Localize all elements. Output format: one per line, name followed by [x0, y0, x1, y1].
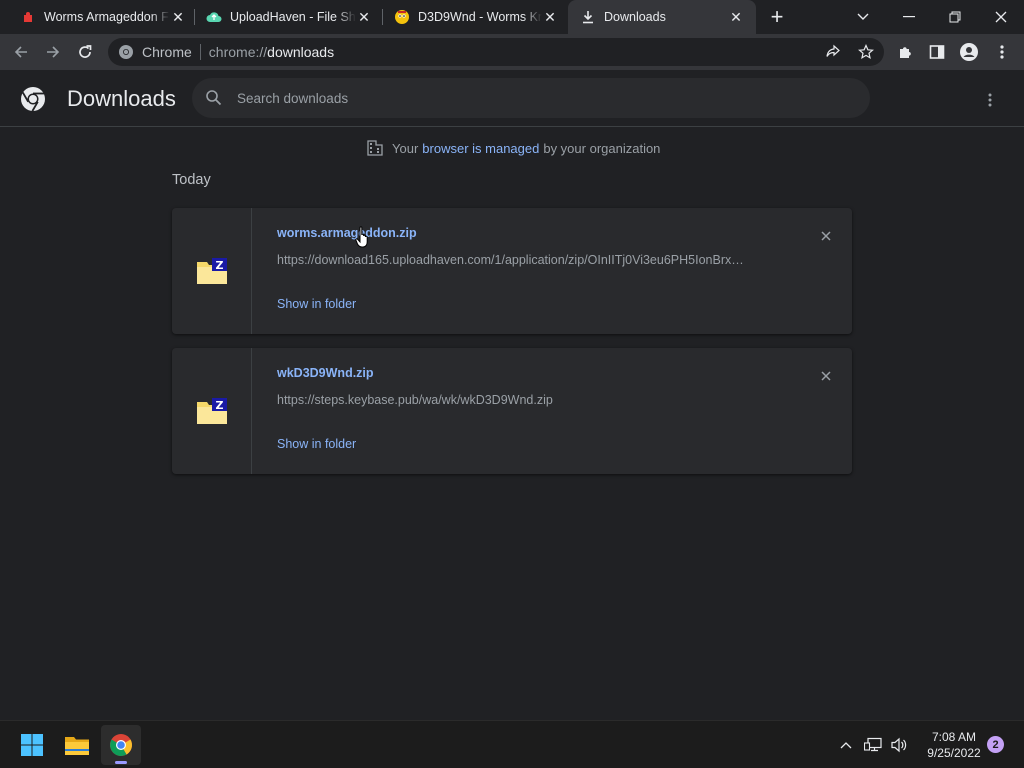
worm-icon: [394, 9, 410, 25]
tab-search-button[interactable]: [840, 0, 886, 34]
clock-date: 9/25/2022: [927, 746, 981, 760]
windows-taskbar: 7:08 AM 9/25/2022: [0, 720, 1024, 768]
minimize-button[interactable]: [886, 0, 932, 34]
chrome-logo-icon: [21, 87, 45, 112]
download-url[interactable]: https://download165.uploadhaven.com/1/ap…: [277, 253, 744, 267]
tab-title: UploadHaven - File Sharing: [230, 10, 356, 24]
tab-d3d9wnd[interactable]: D3D9Wnd - Worms Knowledge Base ✕: [388, 0, 564, 34]
kebab-menu-icon: [1000, 45, 1004, 59]
zip-folder-icon: Z: [196, 258, 227, 284]
zip-folder-icon: Z: [196, 398, 227, 424]
address-bar[interactable]: Chrome chrome://downloads: [108, 38, 884, 66]
back-button[interactable]: [8, 39, 34, 65]
chevron-up-icon: [840, 742, 852, 749]
close-icon: [821, 231, 831, 241]
show-hidden-icons-button[interactable]: [836, 735, 856, 755]
svg-text:Z: Z: [215, 399, 223, 412]
minimize-icon: [903, 16, 915, 18]
download-filename[interactable]: worms.armageddon.zip: [277, 226, 417, 240]
browser-managed-link[interactable]: browser is managed: [422, 141, 539, 156]
tab-separator: [382, 9, 383, 25]
windows-logo-icon: [21, 734, 43, 756]
start-button[interactable]: [12, 725, 52, 765]
search-icon: [206, 90, 222, 106]
restore-icon: [949, 11, 961, 23]
show-in-folder-link[interactable]: Show in folder: [277, 297, 356, 311]
downloads-header: Downloads: [0, 70, 1024, 127]
search-input[interactable]: [237, 90, 837, 106]
close-icon: [821, 371, 831, 381]
close-tab-icon[interactable]: ✕: [170, 9, 186, 25]
extensions-button[interactable]: [893, 39, 919, 65]
hand-cursor-icon: [355, 226, 368, 248]
tab-title: Worms Armageddon Free Download: [44, 10, 170, 24]
tab-title: Downloads: [604, 10, 666, 24]
omnibox-divider: [199, 44, 201, 60]
download-filename[interactable]: wkD3D9Wnd.zip: [277, 366, 374, 380]
svg-text:Z: Z: [215, 259, 223, 272]
notification-badge[interactable]: 2: [987, 736, 1004, 753]
close-window-button[interactable]: [978, 0, 1024, 34]
chrome-icon: [110, 734, 132, 756]
reload-icon: [79, 45, 92, 58]
system-clock[interactable]: 7:08 AM 9/25/2022: [916, 729, 992, 761]
chevron-down-icon: [857, 13, 869, 20]
close-icon: [995, 11, 1007, 23]
file-icon-column: Z: [172, 348, 252, 474]
date-header: Today: [172, 172, 211, 188]
cloud-icon: [206, 9, 222, 25]
managed-suffix: by your organization: [543, 140, 661, 156]
tab-separator: [194, 9, 195, 25]
tab-title: D3D9Wnd - Worms Knowledge Base: [418, 10, 542, 24]
profile-button[interactable]: [956, 39, 982, 65]
puzzle-icon: [900, 47, 911, 58]
arrow-left-icon: [14, 46, 27, 58]
download-item: Z wkD3D9Wnd.zip https://steps.keybase.pu…: [172, 348, 852, 474]
restore-button[interactable]: [932, 0, 978, 34]
tab-worms-armageddon[interactable]: Worms Armageddon Free Download ✕: [14, 0, 192, 34]
downloads-menu-button[interactable]: [978, 88, 1002, 112]
download-url[interactable]: https://steps.keybase.pub/wa/wk/wkD3D9Wn…: [277, 393, 553, 407]
side-panel-icon: [929, 45, 945, 59]
chrome-icon: [119, 45, 133, 59]
url-text: chrome://downloads: [208, 44, 335, 60]
kebab-menu-icon: [988, 93, 992, 107]
bookmark-star-icon[interactable]: [857, 43, 875, 61]
file-explorer-button[interactable]: [57, 725, 97, 765]
active-indicator: [115, 761, 127, 764]
side-panel-button[interactable]: [924, 39, 950, 65]
download-item: Z worms.armageddon.zip https://download1…: [172, 208, 852, 334]
tab-downloads[interactable]: Downloads ✕: [568, 0, 756, 34]
site-label: Chrome: [142, 44, 192, 60]
chrome-menu-button[interactable]: [989, 39, 1015, 65]
arrow-right-icon: [47, 46, 60, 58]
remove-download-button[interactable]: [816, 226, 836, 246]
file-icon-column: Z: [172, 208, 252, 334]
red-puzzle-icon: [20, 9, 36, 25]
managed-prefix: Your: [392, 140, 419, 156]
building-icon: [367, 140, 383, 156]
tab-strip: Worms Armageddon Free Download ✕ UploadH…: [0, 0, 1024, 34]
close-tab-icon[interactable]: ✕: [542, 9, 558, 25]
managed-notice: Your browser is managed by your organiza…: [366, 139, 660, 157]
volume-icon[interactable]: [888, 735, 910, 755]
close-tab-icon[interactable]: ✕: [356, 9, 372, 25]
download-icon: [580, 9, 596, 25]
clock-time: 7:08 AM: [931, 730, 977, 744]
close-tab-icon[interactable]: ✕: [728, 9, 744, 25]
avatar-icon: [960, 43, 978, 61]
browser-toolbar: Chrome chrome://downloads: [0, 34, 1024, 70]
forward-button[interactable]: [40, 39, 66, 65]
remove-download-button[interactable]: [816, 366, 836, 386]
reload-button[interactable]: [72, 39, 98, 65]
network-icon[interactable]: [862, 735, 884, 755]
folder-icon: [65, 737, 89, 755]
page-title: Downloads: [67, 86, 176, 111]
search-downloads-box[interactable]: [192, 78, 870, 118]
show-in-folder-link[interactable]: Show in folder: [277, 437, 356, 451]
tab-uploadhaven[interactable]: UploadHaven - File Sharing ✕: [200, 0, 378, 34]
new-tab-button[interactable]: +: [766, 4, 788, 29]
chrome-taskbar-button[interactable]: [101, 725, 141, 765]
share-icon[interactable]: [824, 43, 842, 61]
